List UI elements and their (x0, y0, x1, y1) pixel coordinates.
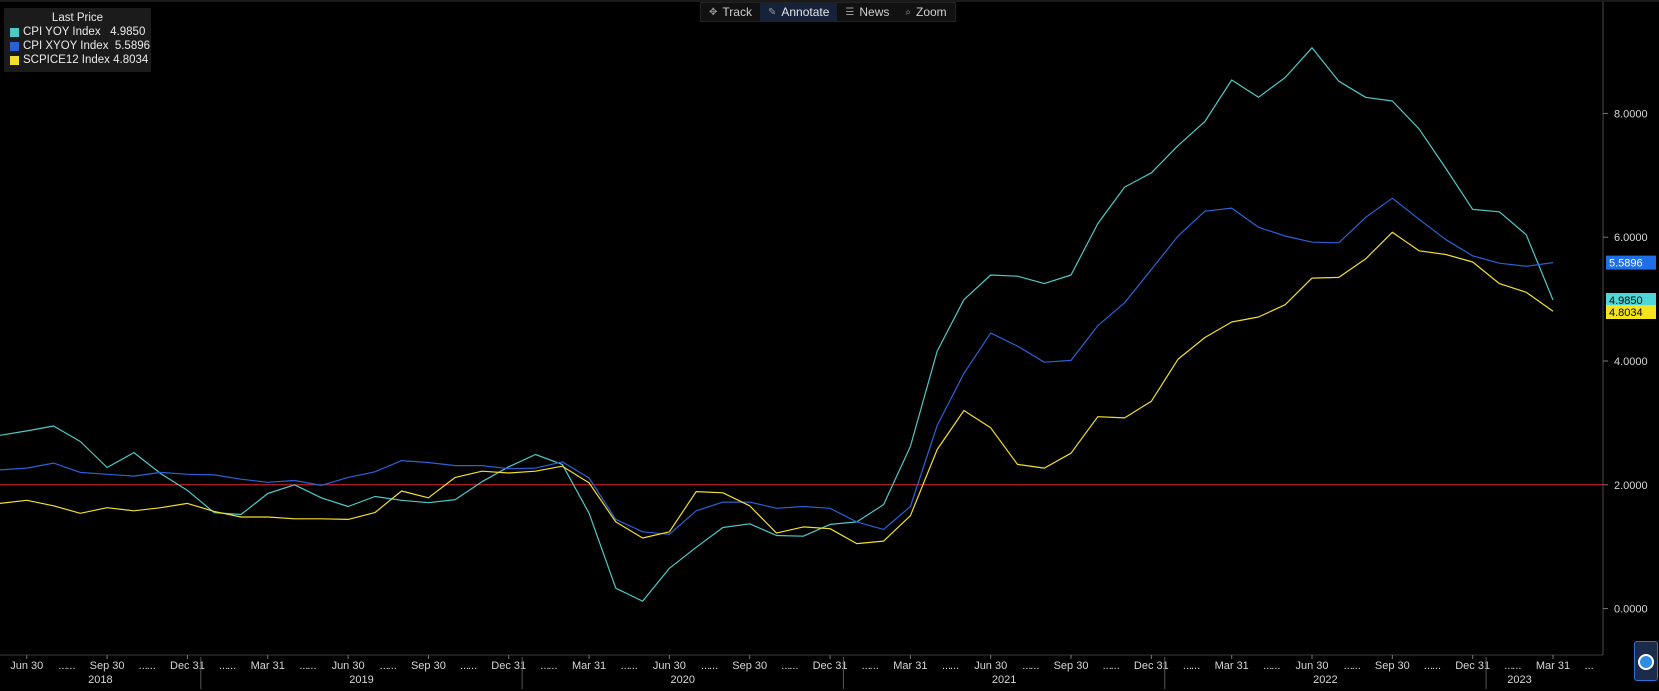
year-label: 2021 (992, 674, 1016, 686)
annotate-button[interactable]: ✎ Annotate (759, 3, 838, 21)
last-value-label: 5.5896 (1609, 258, 1643, 270)
legend: Last Price CPI YOY Index 4.9850 CPI XYOY… (4, 8, 151, 72)
x-tick-ellipsis: ... (548, 660, 557, 672)
legend-swatch (10, 55, 19, 65)
y-tick-label: 4.0000 (1614, 356, 1648, 368)
x-tick-ellipsis: ... (1585, 660, 1594, 672)
x-tick-ellipsis: ... (789, 660, 798, 672)
series-line-0 (0, 47, 1554, 602)
line-chart[interactable]: 0.0000 2.0000 4.0000 6.0000 8.0000 Jun 30 Sep … (0, 0, 1659, 691)
x-tick-label: Mar 31 (251, 660, 285, 672)
x-tick-ellipsis: ... (227, 660, 236, 672)
x-tick-label: Jun 30 (974, 660, 1007, 672)
x-tick-label: Dec 31 (1134, 660, 1169, 672)
x-tick-ellipsis: ... (388, 660, 397, 672)
year-label: 2019 (349, 674, 373, 686)
year-label: 2018 (88, 674, 112, 686)
x-tick-ellipsis: ... (1271, 660, 1280, 672)
x-tick-label: Sep 30 (732, 660, 767, 672)
x-tick-label: Mar 31 (1536, 660, 1570, 672)
x-tick-ellipsis: ... (147, 660, 156, 672)
x-tick-ellipsis: ... (950, 660, 959, 672)
track-button[interactable]: ✥ Track (701, 3, 760, 21)
legend-item-cpi-xyoy[interactable]: CPI XYOY Index 5.5896 (4, 39, 151, 53)
legend-swatch (10, 41, 19, 51)
news-icon: ☰ (845, 6, 855, 18)
x-tick-ellipsis: ... (1111, 660, 1120, 672)
x-tick-label: Sep 30 (90, 660, 125, 672)
x-tick-label: Jun 30 (10, 660, 43, 672)
x-tick-ellipsis: ... (66, 660, 75, 672)
x-tick-label: Jun 30 (653, 660, 686, 672)
x-tick-ellipsis: ... (468, 660, 477, 672)
y-tick-label: 0.0000 (1614, 604, 1648, 616)
last-value-label: 4.8034 (1609, 307, 1643, 319)
legend-title: Last Price (51, 12, 104, 24)
y-tick-label: 6.0000 (1614, 232, 1648, 244)
x-tick-label: Jun 30 (1296, 660, 1329, 672)
legend-item-cpi-yoy[interactable]: CPI YOY Index 4.9850 (4, 25, 151, 39)
legend-item-scpice12[interactable]: SCPICE12 Index 4.8034 (4, 53, 151, 67)
y-tick-label: 8.0000 (1614, 108, 1648, 120)
x-tick-label: Jun 30 (332, 660, 365, 672)
series-line-2 (0, 231, 1554, 545)
x-tick-label: Sep 30 (411, 660, 446, 672)
x-tick-ellipsis: ... (1512, 660, 1521, 672)
legend-swatch (10, 27, 19, 37)
x-tick-label: Dec 31 (813, 660, 848, 672)
chat-button[interactable] (1634, 641, 1658, 681)
x-tick-ellipsis: ... (709, 660, 718, 672)
x-tick-ellipsis: ... (1432, 660, 1441, 672)
x-tick-label: Dec 31 (491, 660, 526, 672)
x-tick-label: Mar 31 (893, 660, 927, 672)
x-tick-ellipsis: ... (1191, 660, 1200, 672)
x-tick-ellipsis: ... (307, 660, 316, 672)
news-button[interactable]: ☰ News (837, 3, 897, 21)
x-tick-label: Sep 30 (1375, 660, 1410, 672)
pencil-icon: ✎ (767, 6, 777, 18)
magnifier-icon: ⌕ (905, 6, 911, 18)
year-label: 2020 (671, 674, 695, 686)
y-tick-label: 2.0000 (1614, 480, 1648, 492)
x-tick-label: Mar 31 (572, 660, 606, 672)
x-tick-ellipsis: ... (1030, 660, 1039, 672)
chart-toolbar: ✥ Track ✎ Annotate ☰ News ⌕ Zoom (700, 2, 956, 22)
x-tick-ellipsis: ... (1352, 660, 1361, 672)
crosshair-icon: ✥ (709, 6, 718, 18)
x-tick-label: Mar 31 (1215, 660, 1249, 672)
x-tick-label: Dec 31 (1455, 660, 1490, 672)
x-tick-label: Sep 30 (1054, 660, 1089, 672)
x-tick-label: Dec 31 (170, 660, 205, 672)
x-tick-ellipsis: ... (870, 660, 879, 672)
year-label: 2023 (1507, 674, 1531, 686)
series-line-1 (0, 197, 1554, 535)
year-label: 2022 (1313, 674, 1337, 686)
chat-icon (1638, 654, 1654, 670)
zoom-button[interactable]: ⌕ Zoom (897, 3, 954, 21)
x-tick-ellipsis: ... (629, 660, 638, 672)
